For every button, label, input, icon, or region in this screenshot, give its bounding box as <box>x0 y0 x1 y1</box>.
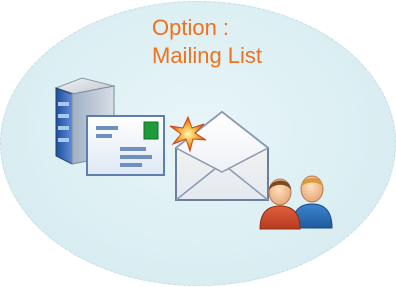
title-line-2: Mailing List <box>152 43 263 68</box>
new-spark-icon <box>169 116 207 152</box>
users-icon <box>259 175 333 230</box>
slide-title: Option : Mailing List <box>152 14 262 70</box>
letter-icon <box>86 115 165 176</box>
title-line-1: Option : <box>152 15 230 40</box>
